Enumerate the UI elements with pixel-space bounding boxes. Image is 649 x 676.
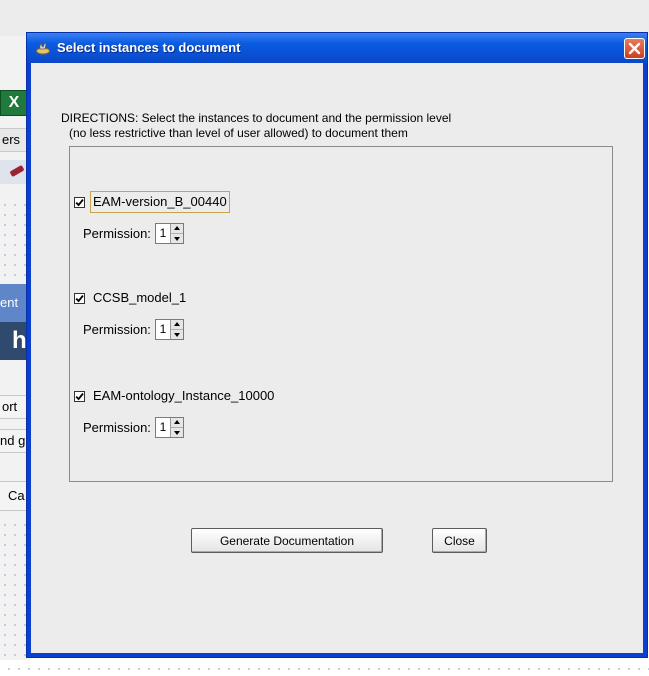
java-app-icon: [36, 41, 50, 55]
permission-spinner[interactable]: 1: [154, 318, 184, 340]
spinner-up-button[interactable]: [170, 320, 183, 330]
checkmark-icon: [75, 294, 84, 302]
arrow-up-icon: [173, 321, 180, 326]
generate-documentation-button[interactable]: Generate Documentation: [191, 528, 383, 553]
close-window-button[interactable]: [624, 38, 645, 59]
permission-value[interactable]: 1: [156, 320, 170, 339]
permission-label: Permission:: [83, 225, 151, 241]
permission-label: Permission:: [83, 419, 151, 435]
instance-checkbox[interactable]: [74, 292, 85, 304]
instances-panel: EAM-version_B_00440 Permission: 1 CCSB_m…: [69, 146, 613, 482]
instance-label[interactable]: EAM-version_B_00440: [90, 191, 230, 213]
spinner-down-button[interactable]: [171, 234, 183, 243]
dialog-content: DIRECTIONS: Select the instances to docu…: [31, 63, 643, 653]
spinner-down-button[interactable]: [171, 428, 183, 437]
instance-checkbox[interactable]: [74, 390, 85, 402]
permission-spinner[interactable]: 1: [154, 222, 184, 244]
directions-text: DIRECTIONS: Select the instances to docu…: [61, 111, 621, 141]
background-canvas-grid-bottom: [0, 660, 649, 676]
instance-checkbox[interactable]: [74, 196, 85, 208]
select-instances-dialog: Select instances to document DIRECTIONS:…: [26, 32, 648, 658]
background-app-toolbar: [0, 0, 649, 36]
permission-value[interactable]: 1: [156, 224, 170, 243]
checkmark-icon: [75, 198, 84, 206]
directions-line-2: (no less restrictive than level of user …: [69, 126, 408, 140]
permission-spinner[interactable]: 1: [154, 416, 184, 438]
close-icon: [628, 42, 641, 55]
permission-value[interactable]: 1: [156, 418, 170, 437]
dialog-titlebar[interactable]: Select instances to document: [27, 33, 647, 63]
spinner-up-button[interactable]: [170, 418, 183, 428]
arrow-up-icon: [173, 225, 180, 230]
instance-label[interactable]: EAM-ontology_Instance_10000: [90, 385, 277, 407]
arrow-down-icon: [173, 236, 180, 241]
spinner-down-button[interactable]: [171, 330, 183, 339]
close-button[interactable]: Close: [432, 528, 487, 553]
excel-icon[interactable]: X: [0, 90, 28, 116]
directions-line-1: DIRECTIONS: Select the instances to docu…: [61, 111, 452, 125]
permission-label: Permission:: [83, 321, 151, 337]
dialog-title: Select instances to document: [57, 40, 241, 55]
checkmark-icon: [75, 392, 84, 400]
spinner-up-button[interactable]: [170, 224, 183, 234]
instance-label[interactable]: CCSB_model_1: [90, 287, 189, 309]
arrow-up-icon: [173, 419, 180, 424]
arrow-down-icon: [173, 430, 180, 435]
arrow-down-icon: [173, 332, 180, 337]
